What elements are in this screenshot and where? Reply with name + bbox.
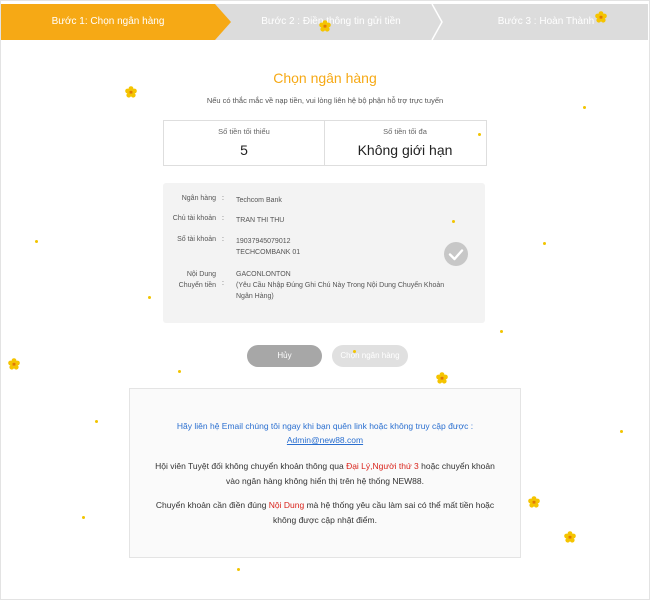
petal-dot [148,296,151,299]
choose-bank-button[interactable]: Chọn ngân hàng [332,345,408,367]
petal-dot [583,106,586,109]
agent-warning-text-1: Hội viên Tuyệt đối không chuyển khoản th… [155,461,347,471]
max-amount: Số tiền tối đa Không giới hạn [325,121,485,165]
petal-dot [35,240,38,243]
petal-dot [178,370,181,373]
petal-dot [237,568,240,571]
step-3: Bước 3 : Hoàn Thành [451,4,641,40]
min-amount-label: Số tiền tối thiểu [218,127,270,136]
petal-dot [95,420,98,423]
account-owner-value: TRAN THI THU [236,217,285,224]
step-2: Bước 2 : Điền thông tin gửi tiền [231,4,431,40]
transfer-code: GACONLONTON [236,271,291,278]
content-warning: Chuyển khoản cần điền đúng Nội Dung mà h… [148,498,502,528]
min-amount-value: 5 [240,142,248,158]
step-separator-icon [431,4,443,40]
bank-name-value: Techcom Bank [236,197,282,204]
flower-icon [595,11,607,23]
flower-icon [564,531,576,543]
bank-card[interactable]: Ngân hàng : Techcom Bank Chủ tài khoản :… [163,183,485,323]
notice-box: Hãy liên hệ Email chúng tôi ngay khi bạn… [129,388,521,558]
agent-warning: Hội viên Tuyệt đối không chuyển khoản th… [148,459,502,489]
page-title: Chọn ngân hàng [273,70,377,86]
step-3-label: Bước 3 : Hoàn Thành [497,16,595,27]
cancel-button[interactable]: Hủy [247,345,322,367]
transfer-note-line2: Ngân Hàng) [236,293,274,300]
deposit-limits: Số tiền tối thiểu 5 Số tiền tối đa Không… [163,120,487,166]
flower-icon [319,20,331,32]
petal-dot [82,516,85,519]
petal-dot [353,350,356,353]
page-subtitle: Nếu có thắc mắc về nạp tiền, vui lòng li… [206,96,444,105]
colon: : [222,280,224,287]
petal-dot [478,133,481,136]
content-warning-text-2: mà hệ thống yêu cầu làm sai có thể mất t… [273,500,495,525]
account-number-line: 19037945079012 [236,238,291,245]
flower-icon [125,86,137,98]
petal-dot [452,220,455,223]
transfer-content-value: GACONLONTON (Yêu Cầu Nhập Đúng Ghi Chú N… [236,269,466,302]
account-owner-label: Chủ tài khoản [172,215,216,222]
transfer-content-label-line2: Chuyển tiền [178,282,216,289]
colon: : [222,195,224,202]
contact-message: Hãy liên hệ Email chúng tôi ngay khi bạn… [176,421,474,431]
petal-dot [500,330,503,333]
account-number-label: Số tài khoản [177,236,216,243]
step-1-label: Bước 1: Chọn ngân hàng [51,16,165,27]
transfer-content-label: Nội Dung Chuyển tiền [163,269,216,291]
flower-icon [436,372,448,384]
petal-dot [620,430,623,433]
colon: : [222,215,224,222]
transfer-content-label-line1: Nội Dung [186,271,216,278]
step-2-label: Bước 2 : Điền thông tin gửi tiền [261,16,401,27]
min-amount: Số tiền tối thiểu 5 [164,121,325,165]
account-number-value: 19037945079012 TECHCOMBANK 01 [236,236,466,258]
content-warning-text-1: Chuyển khoản cần điền đúng [155,500,269,510]
transfer-note-line1: (Yêu Cầu Nhập Đúng Ghi Chú Này Trong Nội… [236,282,445,289]
flower-icon [528,496,540,508]
agent-warning-highlight: Đại Lý,Người thứ 3 [346,461,419,471]
step-1-active: Bước 1: Chọn ngân hàng [1,4,231,40]
flower-icon [8,358,20,370]
max-amount-label: Số tiền tối đa [383,127,427,136]
max-amount-value: Không giới hạn [357,142,453,158]
account-name-line: TECHCOMBANK 01 [236,249,301,256]
contact-email-link[interactable]: Admin@new88.com [130,435,520,445]
content-warning-highlight: Nội Dung [268,500,305,510]
select-check-icon[interactable] [444,242,468,266]
colon: : [222,236,224,243]
petal-dot [543,242,546,245]
bank-name-label: Ngân hàng [181,195,216,202]
